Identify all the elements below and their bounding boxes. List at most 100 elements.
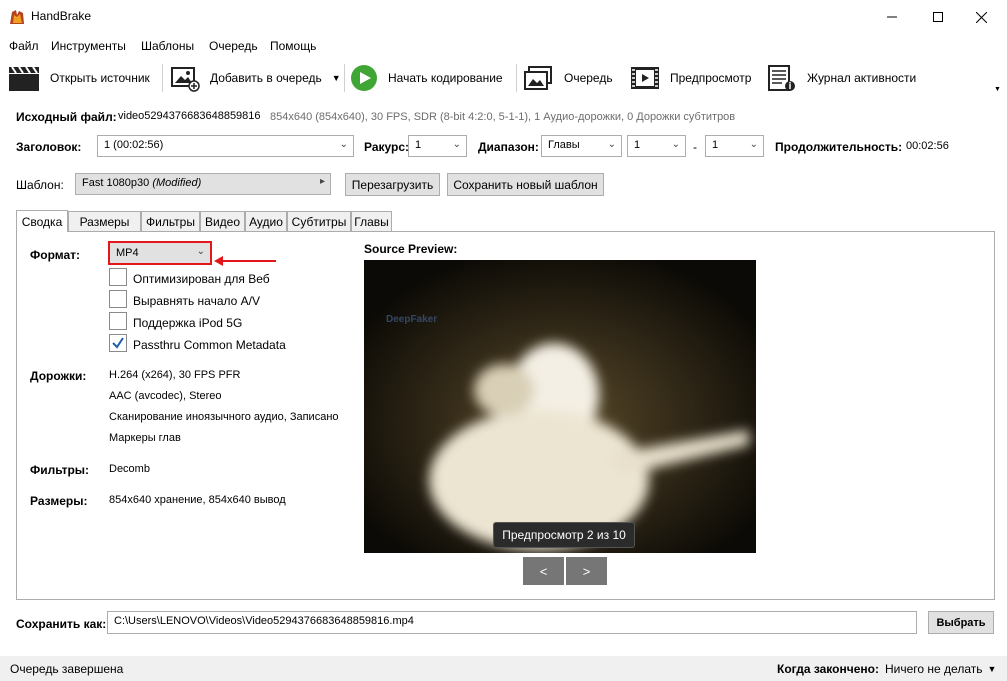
ipod-5g-label: Поддержка iPod 5G — [133, 316, 243, 330]
preview-next-button[interactable]: > — [566, 557, 607, 585]
minimize-button[interactable] — [869, 0, 915, 34]
minimize-icon — [887, 16, 897, 18]
open-source-button[interactable]: Открыть источник — [8, 62, 150, 94]
source-info: 854x640 (854x640), 30 FPS, SDR (8-bit 4:… — [270, 111, 736, 123]
preview-frame-illustration — [364, 260, 756, 553]
preview-counter-badge: Предпросмотр 2 из 10 — [493, 522, 635, 548]
align-av-checkbox[interactable] — [109, 290, 127, 308]
tracks-label: Дорожки: — [30, 369, 87, 383]
preview-button[interactable]: Предпросмотр — [630, 62, 751, 94]
chevron-down-icon: ⌄ — [452, 139, 461, 150]
play-icon — [351, 65, 377, 91]
watermark-text: DeepFaker — [386, 314, 438, 325]
queue-label: Очередь — [564, 71, 613, 85]
chevron-down-icon: ⌄ — [339, 139, 348, 150]
activity-log-label: Журнал активности — [807, 71, 917, 85]
passthru-metadata-checkbox[interactable] — [109, 334, 127, 352]
browse-button[interactable]: Выбрать — [928, 611, 994, 634]
status-text: Очередь завершена — [10, 662, 124, 676]
format-value: MP4 — [116, 247, 139, 259]
range-dash: - — [693, 140, 697, 154]
web-optimize-label: Оптимизирован для Веб — [133, 272, 270, 286]
range-from-select[interactable]: 1 ⌄ — [627, 135, 686, 157]
source-filename: video5294376683648859816 — [118, 110, 261, 122]
angle-select-value: 1 — [415, 139, 422, 151]
track-item: Маркеры глав — [109, 432, 181, 444]
align-av-label: Выравнять начало A/V — [133, 294, 261, 308]
title-select[interactable]: 1 (00:02:56) ⌄ — [97, 135, 354, 157]
track-item: Сканирование иноязычного аудио, Записано — [109, 411, 339, 423]
reload-preset-button[interactable]: Перезагрузить — [345, 173, 440, 196]
film-preview-icon — [631, 67, 659, 89]
chevron-down-icon: ⌄ — [671, 139, 680, 150]
checkmark-icon — [112, 337, 124, 349]
tab-subtitles[interactable]: Субтитры — [287, 211, 351, 231]
chevron-down-icon: ⌄ — [196, 246, 205, 257]
source-preview-title: Source Preview: — [364, 242, 458, 256]
annotation-arrow-icon — [214, 256, 276, 266]
track-item: H.264 (x264), 30 FPS PFR — [109, 369, 241, 381]
when-done-select[interactable]: Ничего не делать ▼ — [885, 662, 996, 676]
maximize-button[interactable] — [915, 0, 961, 34]
title-bar: HandBrake — [0, 0, 1007, 34]
tab-video[interactable]: Видео — [200, 211, 245, 231]
passthru-metadata-label: Passthru Common Metadata — [133, 338, 286, 352]
toolbar-separator — [516, 64, 517, 92]
start-encode-button[interactable]: Начать кодирование — [350, 62, 503, 94]
toolbar-separator — [344, 64, 345, 92]
tab-filters[interactable]: Фильтры — [141, 211, 200, 231]
clapperboard-icon — [9, 66, 39, 91]
preset-select[interactable]: Fast 1080p30 (Modified) ▸ — [75, 173, 331, 195]
activity-log-icon — [768, 65, 795, 91]
add-to-queue-dropdown-icon[interactable]: ▼ — [332, 73, 341, 83]
tab-summary[interactable]: Сводка — [16, 210, 68, 232]
save-as-label: Сохранить как: — [16, 617, 107, 631]
range-label: Диапазон: — [478, 140, 539, 154]
menu-help[interactable]: Помощь — [270, 39, 316, 53]
source-label: Исходный файл: — [16, 110, 117, 124]
chevron-down-icon: ⌄ — [607, 139, 616, 150]
sizes-value: 854x640 хранение, 854x640 вывод — [109, 494, 286, 506]
chevron-right-icon: ▸ — [319, 176, 325, 187]
menu-tools[interactable]: Инструменты — [51, 39, 126, 53]
preset-modified: (Modified) — [152, 177, 202, 189]
filters-value: Decomb — [109, 463, 150, 475]
preset-name: Fast 1080p30 — [82, 177, 150, 189]
format-select[interactable]: MP4 ⌄ — [108, 241, 212, 265]
range-type-select[interactable]: Главы ⌄ — [541, 135, 622, 157]
save-path-input[interactable]: C:\Users\LENOVO\Videos\Video529437668364… — [107, 611, 917, 634]
format-label: Формат: — [30, 248, 81, 262]
tab-chapters[interactable]: Главы — [351, 211, 392, 231]
ipod-5g-checkbox[interactable] — [109, 312, 127, 330]
range-to-value: 1 — [712, 139, 719, 151]
angle-select[interactable]: 1 ⌄ — [408, 135, 467, 157]
menu-queue[interactable]: Очередь — [209, 39, 258, 53]
toolbar-overflow-icon[interactable]: ▼ — [994, 86, 1001, 93]
save-new-preset-button[interactable]: Сохранить новый шаблон — [447, 173, 604, 196]
close-icon — [975, 11, 987, 23]
menu-bar: Файл Инструменты Шаблоны Очередь Помощь — [0, 36, 1007, 56]
close-button[interactable] — [958, 0, 1004, 34]
track-item: AAC (avcodec), Stereo — [109, 390, 222, 402]
add-to-queue-button[interactable]: Добавить в очередь ▼ — [170, 62, 341, 94]
web-optimize-checkbox[interactable] — [109, 268, 127, 286]
tab-dimensions[interactable]: Размеры — [68, 211, 141, 231]
tab-audio[interactable]: Аудио — [245, 211, 287, 231]
add-to-queue-label: Добавить в очередь — [210, 71, 322, 85]
preview-prev-button[interactable]: < — [523, 557, 564, 585]
range-from-value: 1 — [634, 139, 641, 151]
queue-button[interactable]: Очередь — [522, 62, 613, 94]
queue-icon — [524, 66, 552, 90]
menu-presets[interactable]: Шаблоны — [141, 39, 194, 53]
activity-log-button[interactable]: Журнал активности — [767, 62, 916, 94]
duration-label: Продолжительность: — [775, 140, 903, 154]
when-done-label: Когда закончено: — [777, 662, 879, 676]
menu-file[interactable]: Файл — [9, 39, 39, 53]
save-path-value: C:\Users\LENOVO\Videos\Video529437668364… — [114, 615, 414, 627]
chevron-down-icon: ⌄ — [749, 139, 758, 150]
range-to-select[interactable]: 1 ⌄ — [705, 135, 764, 157]
duration-value: 00:02:56 — [906, 140, 949, 152]
window-title: HandBrake — [31, 9, 92, 23]
title-label: Заголовок: — [16, 140, 82, 154]
maximize-icon — [933, 12, 943, 22]
